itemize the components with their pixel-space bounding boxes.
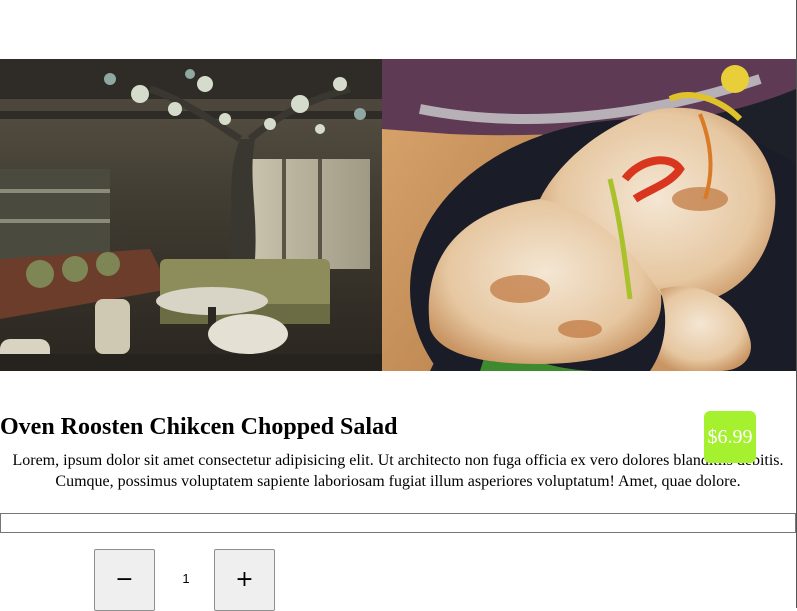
- dumplings-photo: [382, 59, 796, 371]
- price-badge: $6.99: [704, 411, 756, 463]
- restaurant-interior-photo: [0, 59, 382, 371]
- decrement-quantity-button[interactable]: −: [94, 549, 155, 611]
- product-title: Oven Roosten Chikcen Chopped Salad: [0, 414, 398, 440]
- hero-image-banner: [0, 59, 796, 371]
- increment-quantity-button[interactable]: +: [214, 549, 275, 611]
- product-description: Lorem, ipsum dolor sit amet consectetur …: [12, 452, 784, 490]
- quantity-value: 1: [182, 571, 190, 586]
- special-instructions-input[interactable]: [0, 513, 796, 533]
